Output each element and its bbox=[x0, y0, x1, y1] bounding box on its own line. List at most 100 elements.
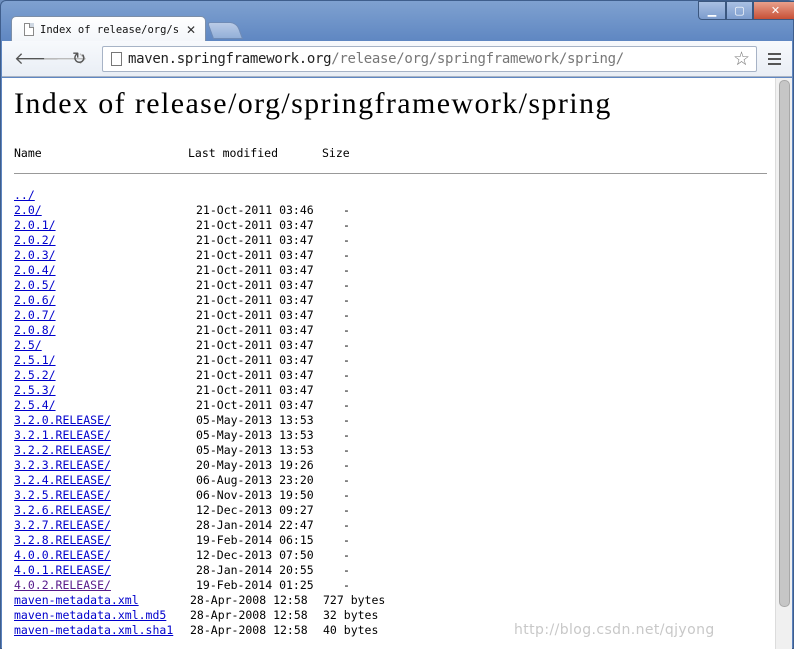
entry-size: 40 bytes bbox=[323, 623, 379, 637]
page-content: Index of release/org/springframework/spr… bbox=[2, 78, 775, 649]
entry-link[interactable]: ../ bbox=[14, 188, 35, 203]
entry-size: - bbox=[343, 383, 350, 397]
entry-link[interactable]: maven-metadata.xml.sha1 bbox=[14, 623, 173, 638]
entry-link[interactable]: 3.2.4.RELEASE/ bbox=[14, 473, 111, 488]
entry-size: - bbox=[343, 548, 350, 562]
entry-date: 21-Oct-2011 03:47 bbox=[196, 323, 314, 337]
close-tab-icon[interactable]: ✕ bbox=[186, 23, 196, 37]
entry-link[interactable]: 3.2.7.RELEASE/ bbox=[14, 518, 111, 533]
maximize-button[interactable]: ▢ bbox=[726, 1, 753, 20]
entry-size: - bbox=[343, 353, 350, 367]
entry-date: 21-Oct-2011 03:47 bbox=[196, 398, 314, 412]
reload-icon[interactable]: ↻ bbox=[72, 49, 86, 69]
column-header-name: Name bbox=[14, 146, 42, 160]
entry-link[interactable]: 2.0.8/ bbox=[14, 323, 56, 338]
entry-date: 05-May-2013 13:53 bbox=[196, 428, 314, 442]
entry-date: 28-Jan-2014 22:47 bbox=[196, 518, 314, 532]
entry-size: - bbox=[343, 308, 350, 322]
entry-link[interactable]: 3.2.0.RELEASE/ bbox=[14, 413, 111, 428]
entry-date: 21-Oct-2011 03:47 bbox=[196, 278, 314, 292]
entry-link[interactable]: 2.5.3/ bbox=[14, 383, 56, 398]
entry-size: - bbox=[343, 203, 350, 217]
entry-link[interactable]: 3.2.2.RELEASE/ bbox=[14, 443, 111, 458]
column-header-size: Size bbox=[322, 146, 350, 160]
bookmark-star-icon[interactable]: ☆ bbox=[733, 48, 750, 70]
entry-date: 21-Oct-2011 03:47 bbox=[196, 308, 314, 322]
entry-size: - bbox=[343, 368, 350, 382]
entry-size: - bbox=[343, 278, 350, 292]
entry-date: 19-Feb-2014 01:25 bbox=[196, 578, 314, 592]
entry-size: - bbox=[343, 578, 350, 592]
entry-size: - bbox=[343, 293, 350, 307]
entry-link[interactable]: 2.5.2/ bbox=[14, 368, 56, 383]
address-bar[interactable]: maven.springframework.org/release/org/sp… bbox=[102, 46, 757, 72]
entry-link[interactable]: 2.0.7/ bbox=[14, 308, 56, 323]
active-tab[interactable]: Index of release/org/sp ✕ bbox=[11, 16, 206, 42]
entry-link[interactable]: 2.0/ bbox=[14, 203, 42, 218]
entry-link[interactable]: maven-metadata.xml.md5 bbox=[14, 608, 166, 623]
page-icon bbox=[24, 23, 34, 36]
entry-date: 21-Oct-2011 03:46 bbox=[196, 203, 314, 217]
minimize-button[interactable]: ▁ bbox=[698, 1, 726, 20]
watermark: http://blog.csdn.net/qjyong bbox=[514, 622, 715, 638]
entry-date: 28-Jan-2014 20:55 bbox=[196, 563, 314, 577]
entry-link[interactable]: 2.5.1/ bbox=[14, 353, 56, 368]
entry-link[interactable]: 3.2.5.RELEASE/ bbox=[14, 488, 111, 503]
entry-date: 05-May-2013 13:53 bbox=[196, 413, 314, 427]
entry-link[interactable]: 2.0.5/ bbox=[14, 278, 56, 293]
entry-size: - bbox=[343, 233, 350, 247]
browser-window: Index of release/org/sp ✕ ▁ ▢ ✕ 🡐 🡒 ↻ ma… bbox=[0, 0, 794, 649]
entry-date: 21-Oct-2011 03:47 bbox=[196, 353, 314, 367]
entry-date: 12-Dec-2013 09:27 bbox=[196, 503, 314, 517]
entry-size: - bbox=[343, 488, 350, 502]
entry-date: 06-Nov-2013 19:50 bbox=[196, 488, 314, 502]
entry-date: 28-Apr-2008 12:58 bbox=[190, 623, 308, 637]
entry-size: - bbox=[343, 503, 350, 517]
entry-link[interactable]: 4.0.1.RELEASE/ bbox=[14, 563, 111, 578]
entry-size: 32 bytes bbox=[323, 608, 379, 622]
entry-date: 21-Oct-2011 03:47 bbox=[196, 368, 314, 382]
url-text: maven.springframework.org/release/org/sp… bbox=[128, 51, 624, 67]
entry-date: 21-Oct-2011 03:47 bbox=[196, 263, 314, 277]
entry-size: - bbox=[343, 263, 350, 277]
entry-size: - bbox=[343, 338, 350, 352]
entry-date: 21-Oct-2011 03:47 bbox=[196, 383, 314, 397]
entry-link[interactable]: 2.0.1/ bbox=[14, 218, 56, 233]
scrollbar-thumb[interactable] bbox=[779, 80, 790, 607]
vertical-scrollbar[interactable] bbox=[775, 78, 792, 649]
page-title: Index of release/org/springframework/spr… bbox=[14, 87, 612, 120]
column-header-modified: Last modified bbox=[188, 146, 279, 160]
entry-date: 19-Feb-2014 06:15 bbox=[196, 533, 314, 547]
entry-link[interactable]: 2.0.2/ bbox=[14, 233, 56, 248]
entry-size: 727 bytes bbox=[323, 593, 386, 607]
entry-link[interactable]: 4.0.0.RELEASE/ bbox=[14, 548, 111, 563]
title-bar: Index of release/org/sp ✕ ▁ ▢ ✕ bbox=[1, 1, 794, 42]
close-window-button[interactable]: ✕ bbox=[753, 1, 794, 20]
entry-size: - bbox=[343, 443, 350, 457]
entry-link[interactable]: 3.2.8.RELEASE/ bbox=[14, 533, 111, 548]
page-icon bbox=[111, 52, 122, 66]
entry-size: - bbox=[343, 458, 350, 472]
entry-date: 28-Apr-2008 12:58 bbox=[190, 593, 308, 607]
new-tab-button[interactable] bbox=[206, 22, 244, 39]
entry-date: 05-May-2013 13:53 bbox=[196, 443, 314, 457]
browser-toolbar: 🡐 🡒 ↻ maven.springframework.org/release/… bbox=[2, 41, 792, 77]
entry-link[interactable]: 2.5.4/ bbox=[14, 398, 56, 413]
entry-size: - bbox=[343, 563, 350, 577]
tab-title: Index of release/org/sp bbox=[40, 23, 180, 36]
entry-link[interactable]: 2.0.6/ bbox=[14, 293, 56, 308]
entry-link[interactable]: 3.2.3.RELEASE/ bbox=[14, 458, 111, 473]
entry-size: - bbox=[343, 218, 350, 232]
entry-link[interactable]: 3.2.1.RELEASE/ bbox=[14, 428, 111, 443]
entry-link[interactable]: 2.0.4/ bbox=[14, 263, 56, 278]
entry-link[interactable]: 3.2.6.RELEASE/ bbox=[14, 503, 111, 518]
entry-date: 20-May-2013 19:26 bbox=[196, 458, 314, 472]
entry-size: - bbox=[343, 518, 350, 532]
entry-link[interactable]: 2.5/ bbox=[14, 338, 42, 353]
entry-link[interactable]: 4.0.2.RELEASE/ bbox=[14, 578, 111, 593]
entry-link[interactable]: 2.0.3/ bbox=[14, 248, 56, 263]
entry-link[interactable]: maven-metadata.xml bbox=[14, 593, 139, 608]
menu-icon[interactable] bbox=[768, 53, 781, 68]
entry-date: 21-Oct-2011 03:47 bbox=[196, 248, 314, 262]
divider bbox=[14, 173, 767, 174]
